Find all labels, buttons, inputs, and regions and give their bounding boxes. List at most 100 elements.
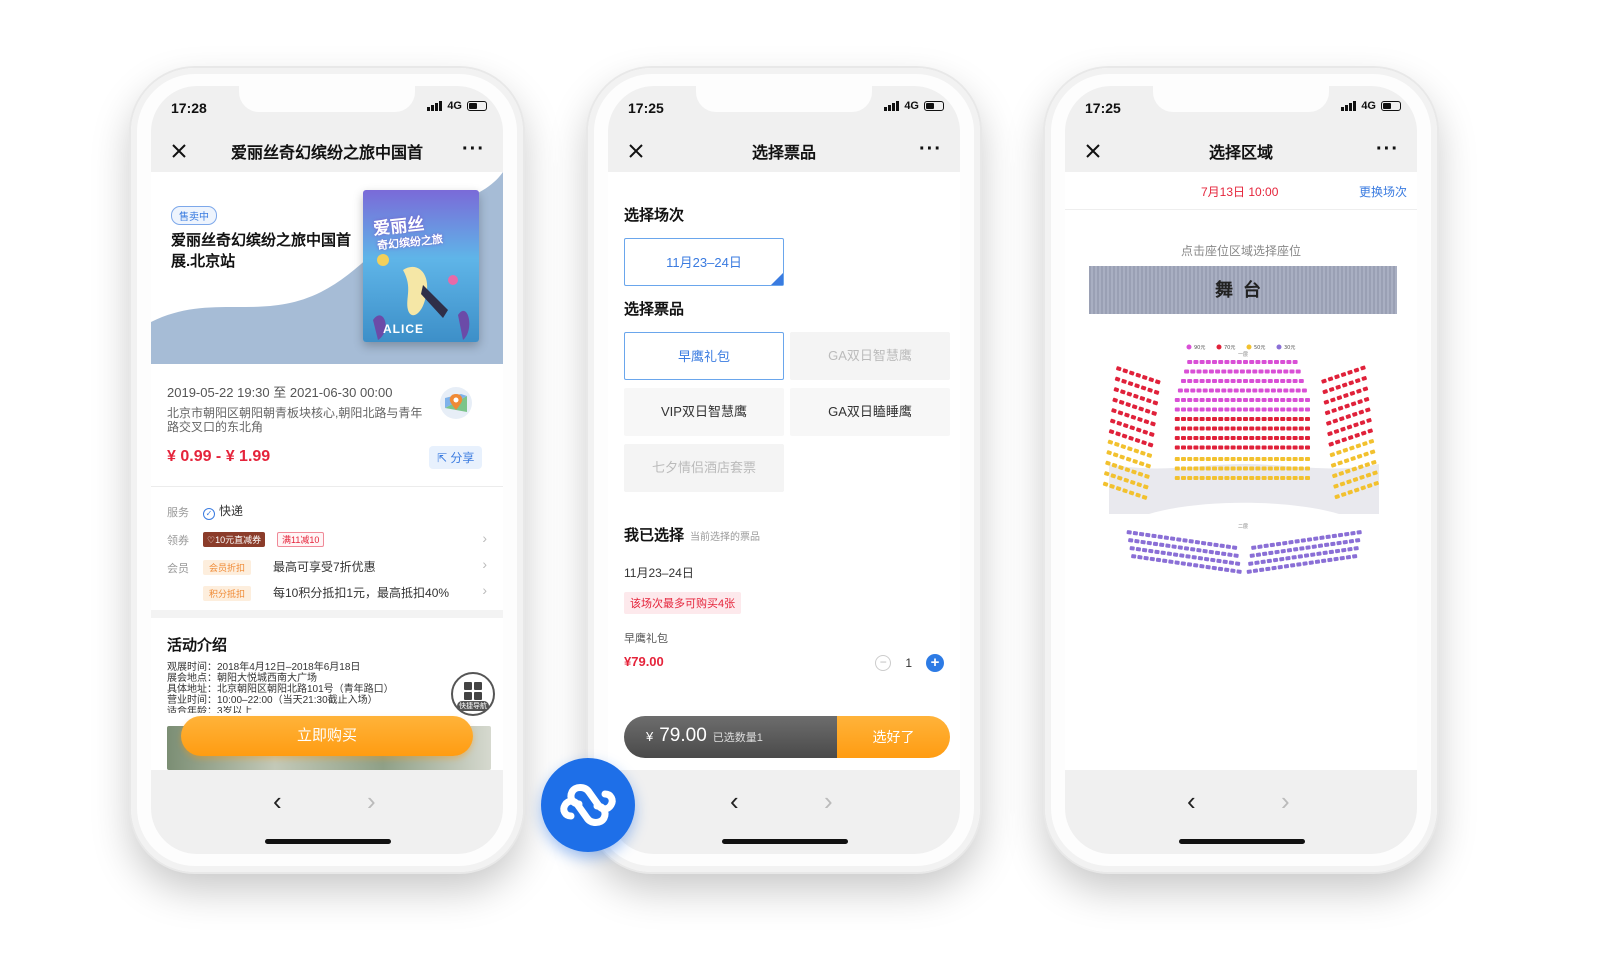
- seat[interactable]: [1129, 546, 1135, 551]
- seat[interactable]: [1152, 400, 1159, 406]
- seat[interactable]: [1218, 476, 1224, 480]
- seat[interactable]: [1228, 560, 1235, 565]
- seat[interactable]: [1326, 420, 1332, 426]
- seat[interactable]: [1246, 569, 1253, 574]
- seat[interactable]: [1290, 563, 1296, 568]
- seat[interactable]: [1298, 407, 1304, 412]
- seat[interactable]: [1199, 436, 1205, 440]
- seat[interactable]: [1215, 388, 1221, 393]
- seat[interactable]: [1224, 567, 1230, 573]
- seat[interactable]: [1258, 388, 1264, 393]
- seat[interactable]: [1154, 549, 1160, 555]
- seat[interactable]: [1225, 544, 1232, 549]
- seat[interactable]: [1110, 418, 1116, 424]
- seat[interactable]: [1174, 476, 1180, 480]
- seat[interactable]: [1261, 457, 1267, 461]
- seat[interactable]: [1116, 420, 1122, 426]
- seat[interactable]: [1265, 566, 1271, 572]
- seat[interactable]: [1205, 407, 1211, 412]
- seat[interactable]: [1270, 369, 1276, 374]
- seat[interactable]: [1143, 419, 1150, 425]
- seat[interactable]: [1274, 466, 1279, 471]
- seat[interactable]: [1128, 538, 1134, 543]
- coupon-tag-direct[interactable]: ♡10元直减券: [203, 532, 266, 547]
- seat[interactable]: [1145, 463, 1151, 469]
- seat[interactable]: [1280, 379, 1286, 383]
- seat[interactable]: [1298, 445, 1304, 450]
- seat[interactable]: [1155, 557, 1162, 563]
- seat[interactable]: [1243, 436, 1248, 440]
- seat[interactable]: [1261, 360, 1267, 364]
- seat[interactable]: [1356, 453, 1363, 459]
- seat[interactable]: [1181, 466, 1186, 471]
- seat[interactable]: [1193, 436, 1199, 440]
- seat[interactable]: [1129, 370, 1135, 376]
- seat[interactable]: [1127, 446, 1133, 452]
- seat[interactable]: [1274, 379, 1279, 383]
- seat[interactable]: [1328, 387, 1335, 392]
- seat[interactable]: [1261, 445, 1267, 450]
- seat[interactable]: [1286, 436, 1292, 440]
- seat[interactable]: [1261, 426, 1267, 431]
- seat[interactable]: [1133, 448, 1140, 454]
- seat[interactable]: [1295, 388, 1301, 393]
- seat[interactable]: [1255, 407, 1261, 412]
- seat[interactable]: [1249, 457, 1255, 461]
- more-icon[interactable]: ···: [919, 139, 942, 159]
- seat[interactable]: [1324, 542, 1330, 548]
- seat[interactable]: [1258, 369, 1264, 374]
- seat[interactable]: [1243, 476, 1248, 480]
- seat[interactable]: [1172, 552, 1179, 557]
- seat[interactable]: [1331, 533, 1338, 539]
- seat[interactable]: [1224, 426, 1230, 431]
- seat[interactable]: [1249, 360, 1255, 364]
- seat[interactable]: [1285, 556, 1291, 561]
- seat[interactable]: [1190, 369, 1196, 374]
- seat[interactable]: [1181, 476, 1186, 480]
- seat[interactable]: [1305, 436, 1310, 440]
- seat[interactable]: [1181, 457, 1186, 461]
- quick-nav-button[interactable]: 快捷导航: [451, 672, 495, 716]
- seat[interactable]: [1306, 537, 1313, 542]
- increase-button[interactable]: +: [926, 654, 944, 672]
- seat[interactable]: [1252, 568, 1259, 573]
- seat[interactable]: [1217, 566, 1224, 572]
- seat[interactable]: [1136, 427, 1142, 433]
- seat[interactable]: [1277, 369, 1283, 374]
- seat[interactable]: [1311, 544, 1318, 549]
- seat[interactable]: [1298, 457, 1304, 461]
- seat[interactable]: [1114, 441, 1120, 447]
- seat[interactable]: [1131, 554, 1137, 559]
- seat[interactable]: [1255, 445, 1261, 450]
- seat[interactable]: [1152, 541, 1159, 547]
- home-indicator[interactable]: [1179, 839, 1305, 844]
- seat[interactable]: [1224, 436, 1230, 440]
- seat[interactable]: [1292, 445, 1298, 450]
- seat[interactable]: [1114, 376, 1121, 382]
- seat[interactable]: [1280, 426, 1286, 431]
- seat[interactable]: [1196, 388, 1202, 393]
- seat[interactable]: [1212, 379, 1217, 383]
- seat[interactable]: [1286, 457, 1292, 461]
- seat[interactable]: [1292, 407, 1298, 412]
- seat[interactable]: [1132, 459, 1138, 464]
- seat[interactable]: [1224, 445, 1230, 450]
- seat[interactable]: [1199, 417, 1205, 421]
- seat[interactable]: [1255, 476, 1261, 480]
- seat[interactable]: [1133, 393, 1139, 399]
- close-icon[interactable]: [1083, 141, 1103, 161]
- seat[interactable]: [1174, 445, 1180, 450]
- seat-map[interactable]: 90元 70元 50元 30元 一层 二层: [1089, 314, 1397, 576]
- seat[interactable]: [1168, 559, 1174, 564]
- seat[interactable]: [1283, 369, 1289, 374]
- seat[interactable]: [1319, 535, 1325, 540]
- seat[interactable]: [1305, 545, 1311, 550]
- seat[interactable]: [1233, 388, 1239, 393]
- seat[interactable]: [1270, 388, 1276, 393]
- seat[interactable]: [1252, 369, 1258, 374]
- seat[interactable]: [1249, 476, 1255, 480]
- seat[interactable]: [1329, 452, 1336, 458]
- seat[interactable]: [1295, 369, 1301, 374]
- seat[interactable]: [1328, 549, 1335, 555]
- seat[interactable]: [1355, 443, 1362, 449]
